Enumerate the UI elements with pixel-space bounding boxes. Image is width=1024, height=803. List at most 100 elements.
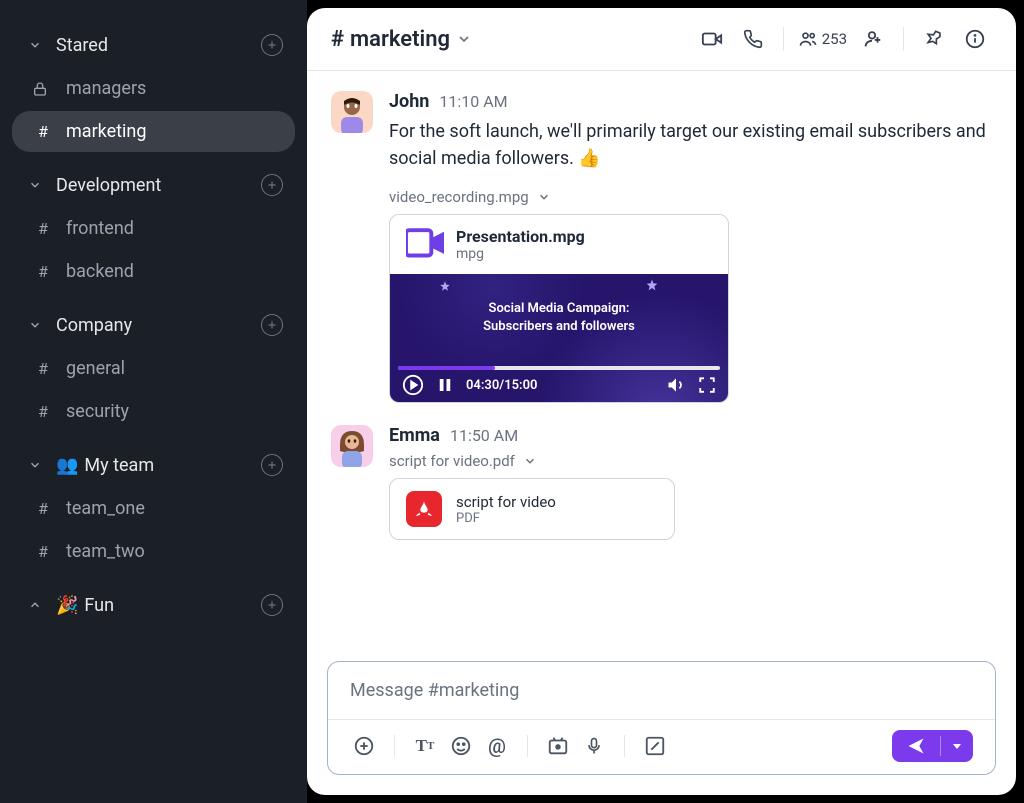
section-label: Company	[56, 315, 261, 336]
volume-button[interactable]	[666, 375, 686, 395]
video-call-button[interactable]	[695, 22, 729, 56]
attachment-filename: script for video.pdf	[389, 452, 515, 470]
sidebar-item-team-one[interactable]: # team_one	[12, 488, 295, 529]
hash-icon: #	[32, 542, 54, 561]
channel-name: security	[66, 401, 129, 422]
chevron-down-icon	[24, 458, 46, 472]
add-channel-button[interactable]	[261, 594, 283, 616]
section-label: 🎉Fun	[56, 595, 261, 616]
pin-button[interactable]	[918, 23, 950, 55]
hash-icon: #	[32, 359, 54, 378]
message-author[interactable]: Emma	[389, 425, 440, 446]
attachment-filename: video_recording.mpg	[389, 188, 529, 206]
channel-header: # marketing 253	[307, 8, 1016, 71]
chevron-down-icon	[24, 38, 46, 52]
shortcut-button[interactable]	[641, 732, 669, 760]
add-channel-button[interactable]	[261, 314, 283, 336]
channel-name: backend	[66, 261, 134, 282]
channel-name: team_one	[66, 498, 145, 519]
chevron-down-icon	[24, 178, 46, 192]
hash-icon: #	[32, 219, 54, 238]
add-channel-button[interactable]	[261, 34, 283, 56]
channel-name: general	[66, 358, 125, 379]
channel-title[interactable]: # marketing	[331, 27, 472, 52]
video-caption: Social Media Campaign: Subscribers and f…	[390, 300, 728, 336]
format-button[interactable]: TT	[411, 732, 439, 760]
channel-name: marketing	[350, 27, 450, 52]
pdf-title: script for video	[456, 493, 556, 511]
chevron-down-icon	[456, 31, 472, 47]
play-button[interactable]	[402, 374, 424, 396]
attachment-label-row[interactable]: video_recording.mpg	[389, 188, 992, 206]
send-options-button[interactable]	[941, 734, 973, 758]
hash-icon: #	[32, 262, 54, 281]
lock-icon	[32, 81, 54, 97]
section-fun[interactable]: 🎉Fun	[12, 584, 295, 626]
chevron-down-icon	[24, 318, 46, 332]
message-text: For the soft launch, we'll primarily tar…	[389, 118, 992, 172]
section-my-team[interactable]: 👥My team	[12, 444, 295, 486]
section-label: Development	[56, 175, 261, 196]
member-count[interactable]: 253	[798, 29, 847, 49]
section-label: Stared	[56, 35, 261, 56]
composer-toolbar: TT @	[328, 719, 995, 774]
pdf-attachment[interactable]: script for video PDF	[389, 478, 675, 540]
emoji-button[interactable]	[447, 732, 475, 760]
add-channel-button[interactable]	[261, 454, 283, 476]
fullscreen-button[interactable]	[698, 376, 716, 394]
sidebar-item-marketing[interactable]: # marketing	[12, 111, 295, 152]
hash-icon: #	[32, 122, 54, 141]
section-company[interactable]: Company	[12, 304, 295, 346]
sidebar-item-general[interactable]: # general	[12, 348, 295, 389]
chevron-down-icon	[537, 190, 551, 204]
hash-icon: #	[32, 499, 54, 518]
sidebar-item-backend[interactable]: # backend	[12, 251, 295, 292]
video-attachment[interactable]: Presentation.mpg mpg Social Media Campai…	[389, 214, 729, 403]
record-video-button[interactable]	[544, 732, 572, 760]
add-channel-button[interactable]	[261, 174, 283, 196]
sidebar-item-security[interactable]: # security	[12, 391, 295, 432]
video-file-ext: mpg	[456, 246, 585, 262]
section-label: 👥My team	[56, 455, 261, 476]
send-button[interactable]	[892, 730, 940, 762]
hash-icon: #	[32, 402, 54, 421]
message-author[interactable]: John	[389, 91, 429, 112]
sidebar-item-frontend[interactable]: # frontend	[12, 208, 295, 249]
mention-button[interactable]: @	[483, 732, 511, 760]
video-progress[interactable]	[398, 366, 720, 370]
hash-icon: #	[331, 27, 344, 52]
video-controls: 04:30/15:00	[398, 374, 720, 396]
video-thumbnail[interactable]: Social Media Campaign: Subscribers and f…	[390, 274, 728, 402]
avatar[interactable]	[331, 91, 373, 133]
chevron-down-icon	[523, 454, 537, 468]
message-input[interactable]: Message #marketing	[328, 662, 995, 719]
attachment-label-row[interactable]: script for video.pdf	[389, 452, 992, 470]
people-emoji: 👥	[56, 455, 78, 476]
avatar[interactable]	[331, 425, 373, 467]
audio-call-button[interactable]	[737, 23, 769, 55]
channel-name: managers	[66, 78, 146, 99]
pause-button[interactable]	[436, 376, 454, 394]
message-composer: Message #marketing TT @	[327, 661, 996, 775]
main-panel: # marketing 253	[307, 8, 1016, 795]
sidebar: Stared managers # marketing Development …	[0, 0, 307, 803]
section-development[interactable]: Development	[12, 164, 295, 206]
play-time: 04:30/15:00	[466, 378, 537, 393]
pdf-file-icon	[406, 491, 442, 527]
channel-name: team_two	[66, 541, 145, 562]
sidebar-item-team-two[interactable]: # team_two	[12, 531, 295, 572]
info-button[interactable]	[958, 22, 992, 56]
attach-button[interactable]	[350, 732, 378, 760]
message-time: 11:10 AM	[439, 92, 507, 111]
message-placeholder: Message #marketing	[350, 680, 519, 701]
record-audio-button[interactable]	[580, 732, 608, 760]
party-emoji: 🎉	[56, 595, 78, 616]
add-member-button[interactable]	[855, 22, 889, 56]
message-list: John 11:10 AM For the soft launch, we'll…	[307, 71, 1016, 653]
message-time: 11:50 AM	[450, 426, 518, 445]
message-emma: Emma 11:50 AM script for video.pdf scrip…	[331, 425, 992, 540]
sidebar-item-managers[interactable]: managers	[12, 68, 295, 109]
channel-name: frontend	[66, 218, 134, 239]
chevron-up-icon	[24, 598, 46, 612]
section-stared[interactable]: Stared	[12, 24, 295, 66]
